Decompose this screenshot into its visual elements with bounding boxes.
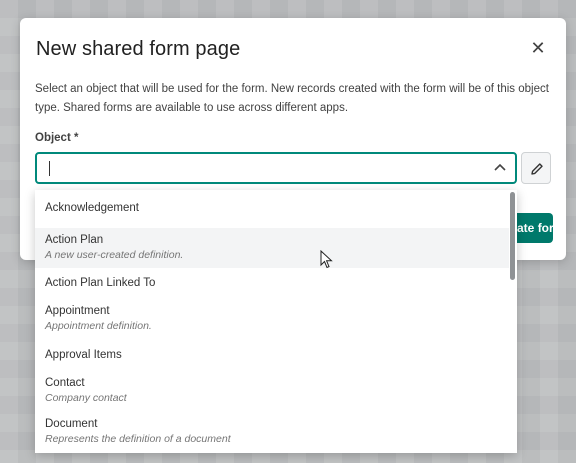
dropdown-option[interactable]: Document Represents the definition of a … xyxy=(35,418,509,445)
dropdown-option[interactable]: Action Plan A new user-created definitio… xyxy=(35,228,509,268)
dropdown-option[interactable]: Approval Items xyxy=(35,349,509,361)
dialog-description: Select an object that will be used for t… xyxy=(35,83,549,114)
dropdown-option[interactable]: Contact Company contact xyxy=(35,377,509,404)
dropdown-option[interactable]: Appointment Appointment definition. xyxy=(35,305,509,332)
close-button[interactable]: ✕ xyxy=(528,38,548,58)
dropdown-option[interactable]: Action Plan Linked To xyxy=(35,277,509,289)
close-icon: ✕ xyxy=(530,38,546,58)
object-dropdown-list: Acknowledgement Action Plan A new user-c… xyxy=(35,190,517,453)
chevron-up-icon[interactable] xyxy=(491,159,509,177)
dialog-title: New shared form page xyxy=(36,38,241,60)
text-caret xyxy=(49,161,50,176)
object-field-label: Object * xyxy=(35,132,79,144)
pencil-icon xyxy=(531,163,543,175)
mouse-pointer-icon xyxy=(320,250,333,269)
edit-object-button[interactable] xyxy=(521,152,551,184)
object-select-input[interactable] xyxy=(35,152,517,184)
dropdown-scrollbar[interactable] xyxy=(510,192,515,280)
dropdown-option[interactable]: Acknowledgement xyxy=(35,202,509,214)
